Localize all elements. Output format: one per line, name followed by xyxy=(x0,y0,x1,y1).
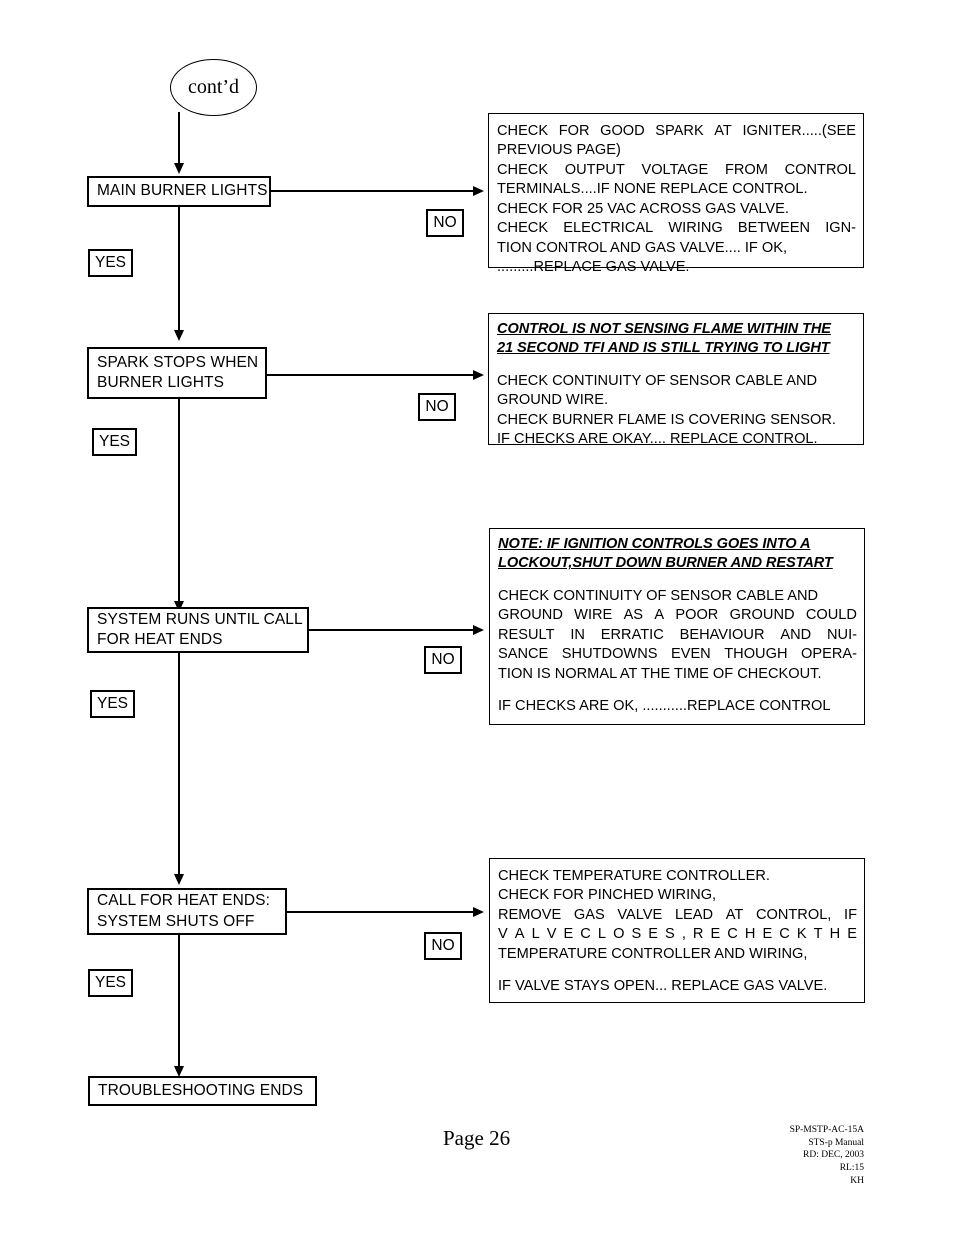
document-meta: SP-MSTP-AC-15A STS-p Manual RD: DEC, 200… xyxy=(700,1124,864,1187)
arrowhead-step4-no xyxy=(473,906,484,917)
flow-end-label: TROUBLESHOOTING ENDS xyxy=(98,1081,304,1099)
panel-line: TION IS NORMAL AT THE TIME OF CHECKOUT. xyxy=(498,665,822,682)
label-yes-step2: YES xyxy=(92,428,137,456)
action-panel-spark-igniter-checks: CHECK FOR GOOD SPARK AT IGNITER.....(SEE PREV… xyxy=(488,113,864,275)
panel-line: CHECK CONTINUITY OF SENSOR CABLE AND xyxy=(498,587,819,604)
document-meta-line: SP-MSTP-AC-15A xyxy=(789,1125,864,1135)
arrowhead-step3-no xyxy=(473,624,484,635)
panel-spacer xyxy=(497,359,856,372)
no-label-text: NO xyxy=(431,936,455,954)
panel-line: TEMPERATURE CONTROLLER AND WIRING, xyxy=(498,945,808,962)
flow-step-line: SYSTEM SHUTS OFF xyxy=(97,912,255,930)
connector-step4-to-end xyxy=(178,935,180,1069)
panel-spacer xyxy=(498,684,857,697)
panel-line: VALVECLOSES,RECHECKTHE xyxy=(498,926,857,943)
flow-step-line: SYSTEM RUNS UNTIL CALL xyxy=(97,610,303,628)
panel-line: CHECK TEMPERATURE CONTROLLER. xyxy=(498,868,770,884)
connector-step2-to-step3 xyxy=(178,399,180,603)
flow-step-line: CALL FOR HEAT ENDS: xyxy=(97,892,271,910)
flow-step-line: MAIN BURNER LIGHTS xyxy=(97,182,268,200)
connector-start-to-step1 xyxy=(178,112,180,165)
flow-end-node: TROUBLESHOOTING ENDS xyxy=(88,1076,317,1106)
connector-step1-no xyxy=(271,190,474,192)
panel-line: GROUND WIRE. xyxy=(497,392,609,409)
label-no-step1: NO xyxy=(426,209,464,237)
document-meta-line: RD: DEC, 2003 xyxy=(803,1150,864,1161)
connector-step1-to-step2 xyxy=(178,207,180,332)
document-meta-line: KH xyxy=(850,1175,864,1186)
document-meta-line: RL:15 xyxy=(839,1162,864,1173)
arrowhead-step1-no xyxy=(473,185,484,196)
arrowhead-step2-no xyxy=(473,369,484,380)
label-yes-step1: YES xyxy=(88,249,133,277)
no-label-text: NO xyxy=(433,213,457,231)
flow-step-line: SPARK STOPS WHEN xyxy=(97,353,259,371)
arrowhead-start-to-step1 xyxy=(173,163,184,174)
panel-line: REMOVE GAS VALVE LEAD AT CONTROL, IF xyxy=(498,906,857,923)
panel-line: CHECK BURNER FLAME IS COVERING SENSOR. xyxy=(497,411,836,428)
panel-line: RESULT IN ERRATIC BEHAVIOUR AND NUI- xyxy=(498,626,857,643)
panel-header-line: LOCKOUT,SHUT DOWN BURNER AND RESTART xyxy=(498,555,833,572)
label-yes-step3: YES xyxy=(90,690,135,718)
panel-header-line: NOTE: IF IGNITION CONTROLS GOES INTO A xyxy=(498,536,811,552)
panel-spacer xyxy=(498,574,857,587)
panel-line: GROUND WIRE AS A POOR GROUND COULD xyxy=(498,607,857,624)
action-panel-ground-lockout-checks: NOTE: IF IGNITION CONTROLS GOES INTO A L… xyxy=(489,528,865,725)
document-meta-line: STS-p Manual xyxy=(808,1137,864,1148)
panel-spacer xyxy=(498,964,857,977)
panel-line: CHECK CONTINUITY OF SENSOR CABLE AND xyxy=(497,372,818,389)
connector-step2-no xyxy=(267,374,474,376)
label-no-step4: NO xyxy=(424,932,462,960)
arrowhead-step1-to-step2 xyxy=(173,330,184,341)
panel-line: CHECK FOR 25 VAC ACROSS GAS VALVE. xyxy=(497,200,789,217)
arrowhead-step3-to-step4 xyxy=(173,874,184,885)
yes-label-text: YES xyxy=(94,253,126,271)
action-panel-flame-sensing-checks: CONTROL IS NOT SENSING FLAME WITHIN THE … xyxy=(488,313,864,447)
flow-step-call-for-heat-ends-system-shuts-off: CALL FOR HEAT ENDS: SYSTEM SHUTS OFF xyxy=(87,888,287,935)
flow-start-node: cont’d xyxy=(170,59,257,116)
panel-line: CHECK FOR GOOD SPARK AT IGNITER.....(SEE xyxy=(497,123,856,139)
page-number: Page 26 xyxy=(443,1126,511,1150)
label-no-step3: NO xyxy=(424,646,462,674)
yes-label-text: YES xyxy=(94,973,126,991)
connector-step3-to-step4 xyxy=(178,653,180,876)
panel-header-line: CONTROL IS NOT SENSING FLAME WITHIN THE xyxy=(497,321,831,337)
flowchart-page: cont’d MAIN BURNER LIGHTS NO YES SPARK S… xyxy=(0,0,954,1235)
yes-label-text: YES xyxy=(98,432,130,450)
flow-step-system-runs-until-call-for-heat-ends: SYSTEM RUNS UNTIL CALL FOR HEAT ENDS xyxy=(87,607,309,653)
flow-start-label: cont’d xyxy=(187,76,240,98)
panel-line: TION CONTROL AND GAS VALVE.... IF OK, xyxy=(497,239,788,256)
panel-line: IF CHECKS ARE OK, ...........REPLACE CON… xyxy=(498,698,831,715)
flow-step-spark-stops-when-burner-lights: SPARK STOPS WHEN BURNER LIGHTS xyxy=(87,347,267,399)
flow-step-line: FOR HEAT ENDS xyxy=(97,631,223,648)
yes-label-text: YES xyxy=(96,694,128,712)
panel-line: IF CHECKS ARE OKAY.... REPLACE CONTROL. xyxy=(497,431,818,448)
connector-step3-no xyxy=(309,629,474,631)
flow-step-line: BURNER LIGHTS xyxy=(97,374,225,391)
panel-line: CHECK FOR PINCHED WIRING, xyxy=(498,887,717,904)
label-yes-step4: YES xyxy=(88,969,133,997)
flow-step-main-burner-lights: MAIN BURNER LIGHTS xyxy=(87,176,271,207)
panel-line: CHECK ELECTRICAL WIRING BETWEEN IGN- xyxy=(497,220,856,237)
panel-line: TERMINALS....IF NONE REPLACE CONTROL. xyxy=(497,181,808,198)
label-no-step2: NO xyxy=(418,393,456,421)
connector-step4-no xyxy=(287,911,474,913)
no-label-text: NO xyxy=(425,397,449,415)
panel-line: CHECK OUTPUT VOLTAGE FROM CONTROL xyxy=(497,161,856,178)
panel-line: .........REPLACE GAS VALVE. xyxy=(497,259,690,276)
no-label-text: NO xyxy=(431,650,455,668)
panel-header-line: 21 SECOND TFI AND IS STILL TRYING TO LIG… xyxy=(497,340,830,357)
panel-line: IF VALVE STAYS OPEN... REPLACE GAS VALVE… xyxy=(498,978,828,995)
panel-line: SANCE SHUTDOWNS EVEN THOUGH OPERA- xyxy=(498,646,857,663)
action-panel-temperature-controller-checks: CHECK TEMPERATURE CONTROLLER. CHECK FOR … xyxy=(489,858,865,1003)
panel-line: PREVIOUS PAGE) xyxy=(497,142,621,159)
